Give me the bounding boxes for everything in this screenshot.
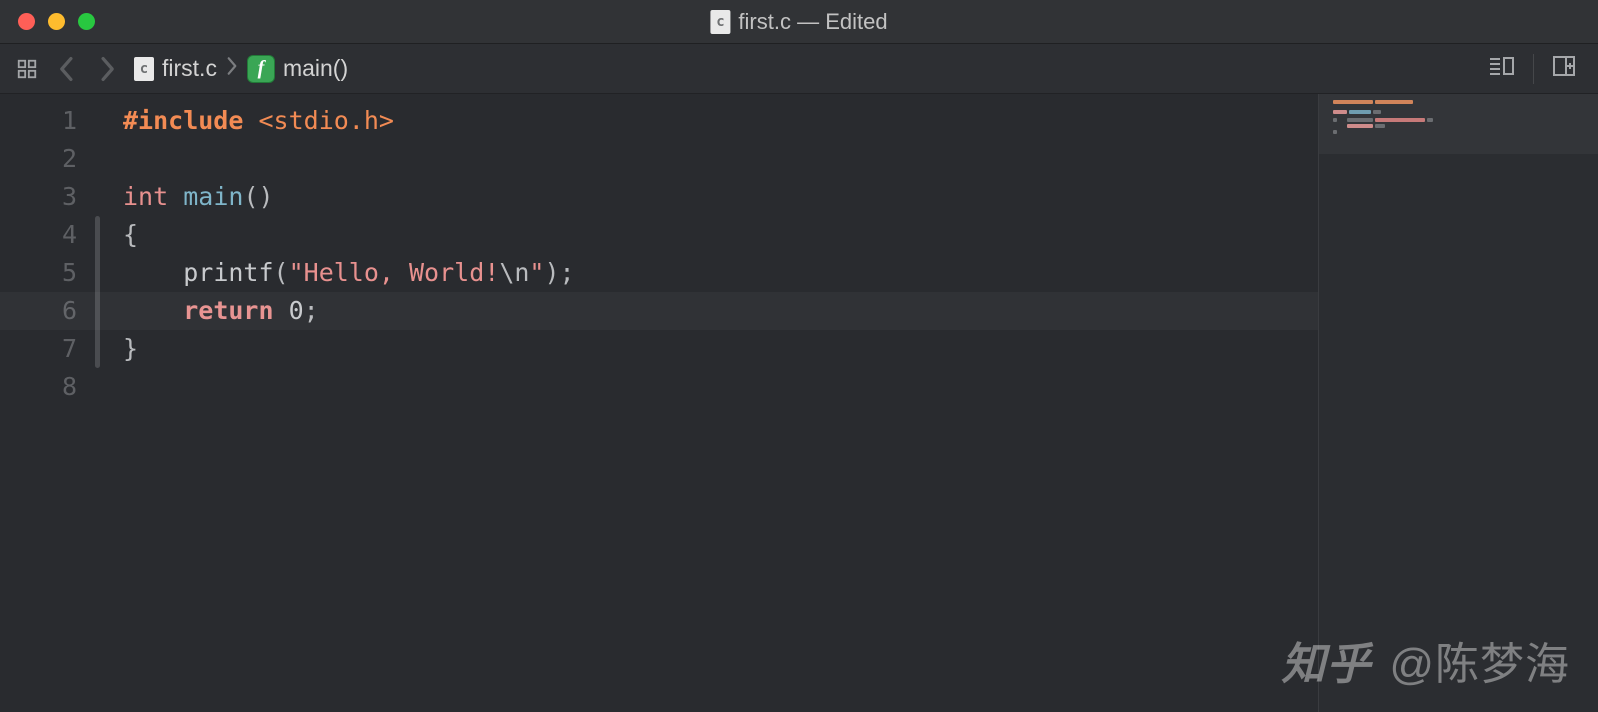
fold-region-indicator[interactable] [95, 216, 100, 368]
add-editor-icon[interactable] [1552, 55, 1576, 82]
line-number: 7 [0, 330, 77, 368]
nav-back-button[interactable] [50, 52, 84, 86]
code-line[interactable] [123, 368, 1318, 406]
fold-bar [95, 94, 103, 712]
line-number: 2 [0, 140, 77, 178]
code-line[interactable]: int main() [123, 178, 1318, 216]
toolbar-divider [1533, 54, 1534, 84]
line-number: 4 [0, 216, 77, 254]
code-line[interactable]: return 0; [123, 292, 1318, 330]
window-title-text: first.c — Edited [738, 9, 887, 35]
line-number: 6 [0, 292, 77, 330]
minimap[interactable] [1318, 94, 1598, 712]
related-items-icon[interactable] [10, 52, 44, 86]
traffic-lights [0, 13, 95, 30]
zhihu-logo: 知乎 [1281, 628, 1371, 692]
c-file-icon: c [134, 57, 154, 81]
line-number: 1 [0, 102, 77, 140]
c-file-icon: c [710, 10, 730, 34]
code-editor[interactable]: 12345678 #include <stdio.h> int main(){ p… [0, 94, 1318, 712]
editor-wrap: 12345678 #include <stdio.h> int main(){ p… [0, 94, 1598, 712]
watermark: 知乎 @陈梦海 [1281, 628, 1570, 692]
line-number: 8 [0, 368, 77, 406]
breadcrumb-file[interactable]: first.c [162, 55, 217, 82]
window-minimize-button[interactable] [48, 13, 65, 30]
editor-layout-icon[interactable] [1487, 55, 1515, 82]
code-line[interactable]: } [123, 330, 1318, 368]
code-line[interactable]: #include <stdio.h> [123, 102, 1318, 140]
toolbar: c first.c f main() [0, 44, 1598, 94]
code-line[interactable]: printf("Hello, World!\n"); [123, 254, 1318, 292]
nav-forward-button[interactable] [90, 52, 124, 86]
code-area[interactable]: #include <stdio.h> int main(){ printf("He… [103, 94, 1318, 712]
window-title: c first.c — Edited [710, 9, 887, 35]
code-line[interactable]: { [123, 216, 1318, 254]
window-close-button[interactable] [18, 13, 35, 30]
code-line[interactable] [123, 140, 1318, 178]
function-badge-icon: f [247, 55, 275, 83]
line-number: 5 [0, 254, 77, 292]
line-number-gutter: 12345678 [0, 94, 95, 712]
breadcrumb-symbol[interactable]: main() [283, 55, 348, 82]
window-titlebar: c first.c — Edited [0, 0, 1598, 44]
window-zoom-button[interactable] [78, 13, 95, 30]
watermark-author: @陈梦海 [1389, 628, 1570, 692]
line-number: 3 [0, 178, 77, 216]
breadcrumb: c first.c f main() [134, 53, 348, 84]
chevron-right-icon [225, 53, 239, 84]
